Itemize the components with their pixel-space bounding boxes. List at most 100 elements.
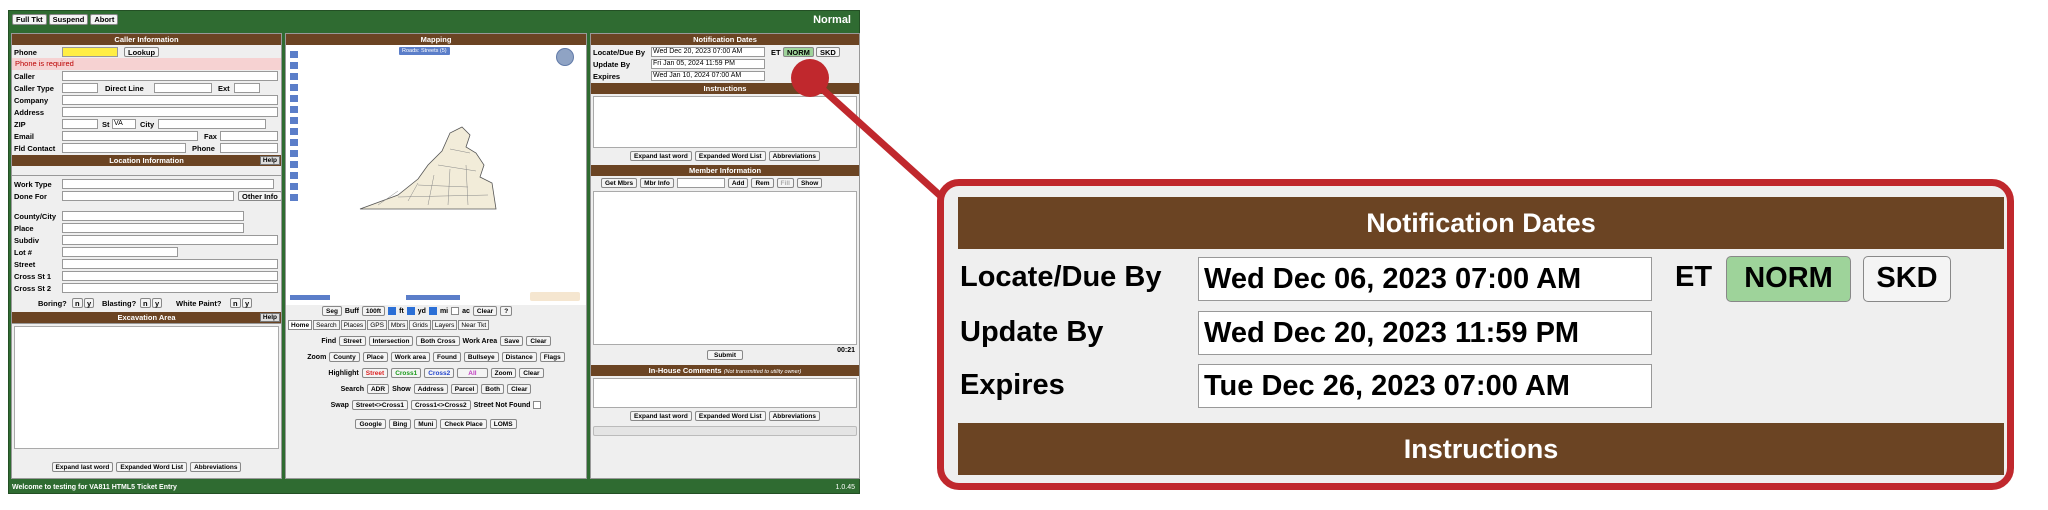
- feet-checkbox[interactable]: [388, 307, 397, 315]
- in-house-comments-textarea[interactable]: [593, 378, 857, 408]
- zoom-distance-button[interactable]: Distance: [501, 352, 537, 362]
- place-input[interactable]: [62, 223, 244, 233]
- muni-button[interactable]: Muni: [414, 419, 438, 429]
- zoom-skd-button[interactable]: SKD: [1863, 256, 1951, 302]
- cross-street-2-input[interactable]: [62, 283, 278, 293]
- tab-grids[interactable]: Grids: [409, 320, 431, 330]
- measure-icon[interactable]: [290, 95, 298, 102]
- county-city-input[interactable]: [62, 211, 244, 221]
- norm-button[interactable]: NORM: [783, 47, 814, 57]
- blasting-no-toggle[interactable]: n: [140, 298, 151, 308]
- add-member-button[interactable]: Add: [727, 178, 749, 188]
- print-icon[interactable]: [290, 172, 298, 179]
- ext-input[interactable]: [234, 83, 260, 93]
- field-contact-input[interactable]: [62, 143, 186, 153]
- basemap-select[interactable]: Roads: Streets (5): [399, 47, 450, 55]
- tab-members[interactable]: Mbrs: [387, 320, 409, 330]
- search-clear-button[interactable]: Clear: [507, 384, 532, 394]
- blasting-yes-toggle[interactable]: y: [152, 298, 163, 308]
- search-both-button[interactable]: Both: [481, 384, 505, 394]
- comments-scrollbar[interactable]: [593, 426, 857, 436]
- zoom-found-button[interactable]: Found: [433, 352, 461, 362]
- suspend-button[interactable]: Suspend: [48, 14, 89, 25]
- contact-phone-input[interactable]: [220, 143, 278, 153]
- work-type-input[interactable]: [62, 179, 274, 189]
- pan-icon[interactable]: [290, 73, 298, 80]
- tab-home[interactable]: Home: [288, 320, 313, 330]
- street-not-found-checkbox[interactable]: [533, 401, 542, 409]
- swap-street-cross1-button[interactable]: Street<>Cross1: [351, 400, 408, 410]
- zip-input[interactable]: [62, 119, 98, 129]
- comments-abbreviations-button[interactable]: Abbreviations: [768, 411, 820, 421]
- zoom-norm-button[interactable]: NORM: [1726, 256, 1851, 302]
- member-code-input[interactable]: [676, 178, 725, 188]
- get-members-button[interactable]: Get Mbrs: [601, 178, 638, 188]
- done-for-input[interactable]: [62, 191, 234, 201]
- comments-expand-last-word-button[interactable]: Expand last word: [630, 411, 692, 421]
- miles-checkbox[interactable]: [428, 307, 437, 315]
- full-ticket-button[interactable]: Full Tkt: [12, 14, 47, 25]
- map-canvas[interactable]: Roads: Streets (5): [286, 45, 586, 305]
- zoom-flags-button[interactable]: Flags: [539, 352, 565, 362]
- search-address-button[interactable]: Address: [413, 384, 448, 394]
- white-paint-yes-toggle[interactable]: y: [242, 298, 253, 308]
- expires-input[interactable]: Wed Jan 10, 2024 07:00 AM: [651, 71, 765, 81]
- polygon-icon[interactable]: [290, 117, 298, 124]
- state-select[interactable]: VA: [112, 119, 136, 129]
- city-input[interactable]: [158, 119, 266, 129]
- search-parcel-button[interactable]: Parcel: [450, 384, 479, 394]
- fill-member-button[interactable]: Fill: [776, 178, 794, 188]
- company-input[interactable]: [62, 95, 278, 105]
- email-input[interactable]: [62, 131, 198, 141]
- subdivision-input[interactable]: [62, 235, 278, 245]
- find-both-cross-button[interactable]: Both Cross: [416, 336, 460, 346]
- home-icon[interactable]: [290, 84, 298, 91]
- white-paint-no-toggle[interactable]: n: [230, 298, 241, 308]
- comments-expanded-word-list-button[interactable]: Expanded Word List: [694, 411, 766, 421]
- instructions-textarea[interactable]: [593, 96, 857, 148]
- abort-button[interactable]: Abort: [90, 14, 119, 25]
- highlight-cross2-button[interactable]: Cross2: [424, 368, 455, 378]
- member-info-button[interactable]: Mbr Info: [640, 178, 674, 188]
- show-member-button[interactable]: Show: [796, 178, 823, 188]
- segment-button[interactable]: Seg: [322, 306, 342, 316]
- instructions-expanded-word-list-button[interactable]: Expanded Word List: [694, 151, 766, 161]
- cross-street-1-input[interactable]: [62, 271, 278, 281]
- zoom-out-icon[interactable]: [290, 62, 298, 69]
- erase-icon[interactable]: [290, 150, 298, 157]
- locate-due-by-input[interactable]: Wed Dec 20, 2023 07:00 AM: [651, 47, 765, 57]
- work-area-save-button[interactable]: Save: [500, 336, 524, 346]
- boring-no-toggle[interactable]: n: [72, 298, 83, 308]
- google-button[interactable]: Google: [355, 419, 386, 429]
- caller-type-select[interactable]: [62, 83, 98, 93]
- zoom-expires-input[interactable]: Tue Dec 26, 2023 07:00 AM: [1198, 364, 1652, 408]
- draw-icon[interactable]: [290, 106, 298, 113]
- tab-gps[interactable]: GPS: [367, 320, 387, 330]
- highlight-clear-button[interactable]: Clear: [519, 368, 544, 378]
- select-icon[interactable]: [290, 139, 298, 146]
- bing-button[interactable]: Bing: [388, 419, 412, 429]
- loms-button[interactable]: LOMS: [489, 419, 517, 429]
- direct-line-input[interactable]: [154, 83, 212, 93]
- remove-member-button[interactable]: Rem: [751, 178, 774, 188]
- lot-input[interactable]: [62, 247, 178, 257]
- street-input[interactable]: [62, 259, 278, 269]
- zoom-locate-due-by-input[interactable]: Wed Dec 06, 2023 07:00 AM: [1198, 257, 1652, 301]
- find-street-button[interactable]: Street: [339, 336, 366, 346]
- excavation-expand-last-word-button[interactable]: Expand last word: [51, 462, 114, 472]
- compass-icon[interactable]: [556, 48, 574, 66]
- zoom-work-area-button[interactable]: Work area: [390, 352, 431, 362]
- check-place-button[interactable]: Check Place: [440, 419, 487, 429]
- acres-checkbox[interactable]: [451, 307, 460, 315]
- caller-input[interactable]: [62, 71, 278, 81]
- tab-near-ticket[interactable]: Near Tkt: [458, 320, 490, 330]
- layers-icon[interactable]: [290, 161, 298, 168]
- info-icon[interactable]: [290, 183, 298, 190]
- work-area-clear-button[interactable]: Clear: [526, 336, 551, 346]
- find-intersection-button[interactable]: Intersection: [368, 336, 414, 346]
- zoom-place-button[interactable]: Place: [362, 352, 388, 362]
- highlight-zoom-button[interactable]: Zoom: [490, 368, 517, 378]
- map-help-button[interactable]: ?: [500, 306, 513, 316]
- excavation-area-textarea[interactable]: [14, 326, 279, 449]
- phone-input[interactable]: [62, 47, 118, 57]
